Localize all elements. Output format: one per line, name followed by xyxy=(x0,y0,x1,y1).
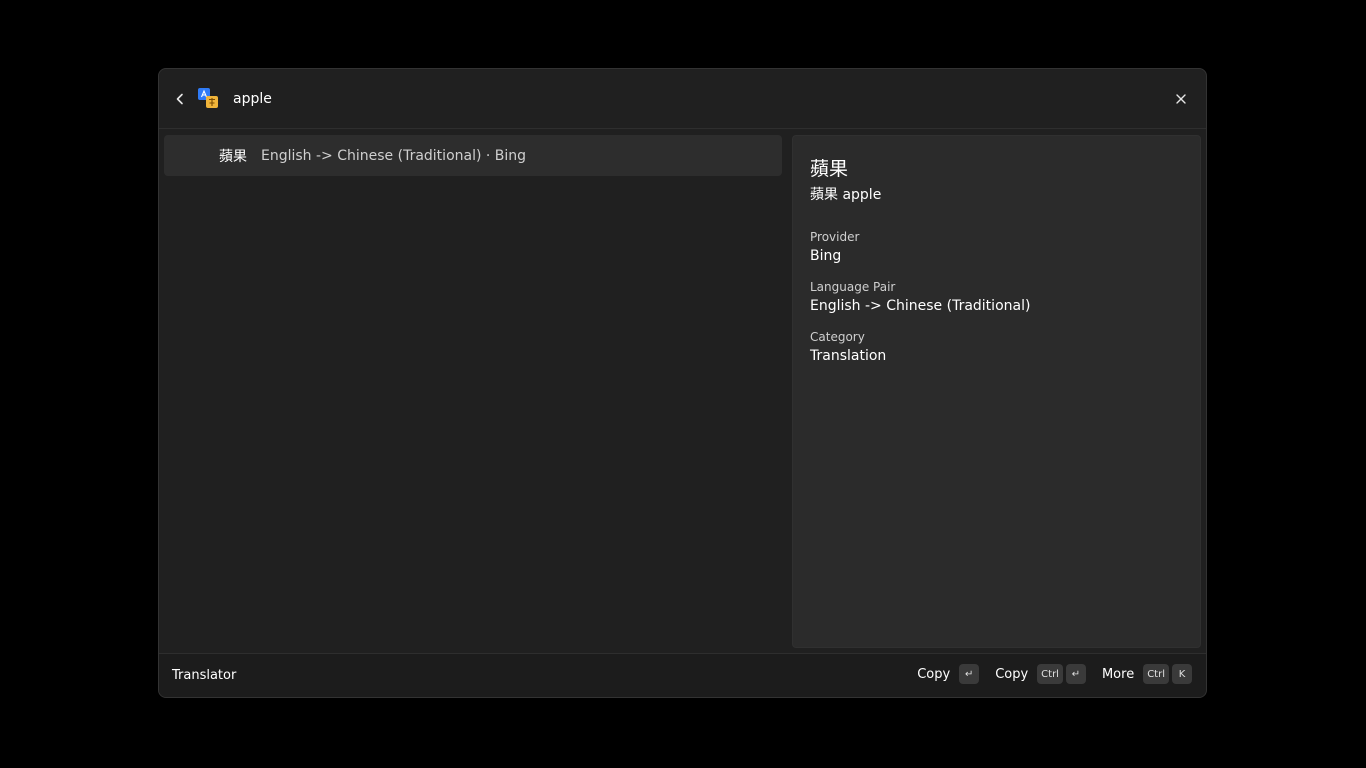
enter-key-icon: ↵ xyxy=(959,664,980,684)
detail-title: 蘋果 xyxy=(810,158,849,180)
k-key-badge: K xyxy=(1172,664,1192,684)
search-bar xyxy=(159,69,1206,129)
search-input[interactable] xyxy=(233,85,1113,113)
footer-title: Translator xyxy=(172,668,237,683)
results-list: 蘋果 English -> Chinese (Traditional) · Bi… xyxy=(164,135,782,650)
footer-actions: Copy ↵ Copy Ctrl ↵ More Ctrl K xyxy=(901,664,1192,684)
footer-bar: Translator Copy ↵ Copy Ctrl ↵ More Ctrl … xyxy=(159,653,1206,697)
details-panel: 蘋果 蘋果 apple Provider Bing Language Pair … xyxy=(792,135,1201,648)
result-item-selected[interactable]: 蘋果 English -> Chinese (Traditional) · Bi… xyxy=(164,135,782,176)
more-action-label: More xyxy=(1101,666,1135,682)
enter-key-icon: ↵ xyxy=(1065,664,1086,684)
back-button[interactable] xyxy=(167,86,193,112)
ctrl-key-badge: Ctrl xyxy=(1037,664,1063,684)
detail-subtitle: 蘋果 apple xyxy=(810,187,882,203)
provider-label: Provider xyxy=(810,230,860,244)
launcher-window: 蘋果 English -> Chinese (Traditional) · Bi… xyxy=(158,68,1207,698)
copy-action[interactable]: Copy ↵ xyxy=(917,664,980,684)
copy-action-label: Copy xyxy=(917,666,951,682)
category-label: Category xyxy=(810,330,865,344)
result-subtitle: English -> Chinese (Traditional) · Bing xyxy=(261,147,527,164)
language-pair-label: Language Pair xyxy=(810,280,896,294)
category-value: Translation xyxy=(810,348,887,364)
provider-value: Bing xyxy=(810,248,842,264)
close-icon xyxy=(1176,94,1186,104)
copy-ctrl-enter-action[interactable]: Copy Ctrl ↵ xyxy=(995,664,1086,684)
translator-icon xyxy=(197,87,219,109)
more-action[interactable]: More Ctrl K xyxy=(1102,664,1192,684)
copy-ctrl-enter-label: Copy xyxy=(995,666,1029,682)
result-title: 蘋果 xyxy=(219,148,247,165)
chevron-left-icon xyxy=(176,93,183,105)
language-pair-value: English -> Chinese (Traditional) xyxy=(810,298,1031,314)
close-button[interactable] xyxy=(1168,86,1194,112)
ctrl-key-badge: Ctrl xyxy=(1143,664,1169,684)
